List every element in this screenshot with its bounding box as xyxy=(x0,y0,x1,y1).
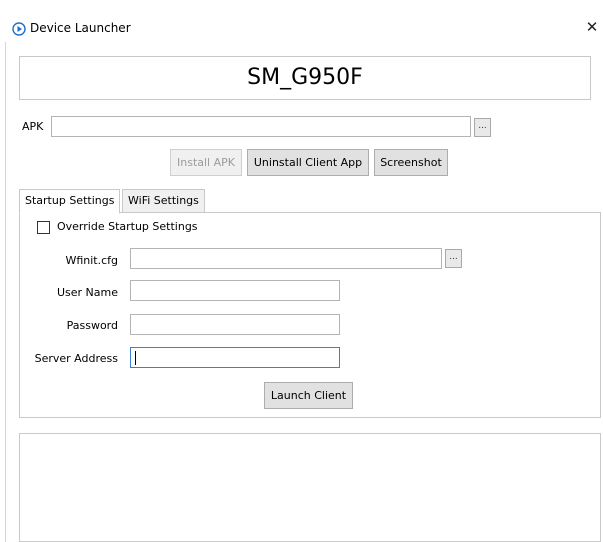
output-log-box xyxy=(19,433,601,542)
override-startup-checkbox[interactable] xyxy=(37,221,50,234)
device-launcher-window: Device Launcher ✕ SM_G950F APK ... Insta… xyxy=(0,0,603,542)
launch-client-button[interactable]: Launch Client xyxy=(264,382,353,409)
install-apk-button[interactable]: Install APK xyxy=(170,149,242,176)
apk-label: APK xyxy=(22,120,44,133)
device-name-display: SM_G950F xyxy=(19,56,591,100)
server-address-label: Server Address xyxy=(34,352,118,365)
uninstall-client-app-button[interactable]: Uninstall Client App xyxy=(247,149,369,176)
username-label: User Name xyxy=(56,286,118,299)
wfinit-label: Wfinit.cfg xyxy=(65,254,118,267)
wfinit-browse-button[interactable]: ... xyxy=(445,249,462,268)
apk-path-input[interactable] xyxy=(51,116,471,137)
tab-wifi-settings[interactable]: WiFi Settings xyxy=(122,189,205,213)
text-caret xyxy=(135,351,136,365)
window-title: Device Launcher xyxy=(30,21,131,35)
screenshot-button[interactable]: Screenshot xyxy=(374,149,448,176)
wfinit-input[interactable] xyxy=(130,248,442,269)
password-input[interactable] xyxy=(130,314,340,335)
password-label: Password xyxy=(66,319,118,332)
apk-browse-button[interactable]: ... xyxy=(474,118,491,137)
server-address-input[interactable] xyxy=(130,347,340,368)
username-input[interactable] xyxy=(130,280,340,301)
tab-startup-settings[interactable]: Startup Settings xyxy=(19,189,121,214)
window-left-edge xyxy=(5,42,6,542)
override-startup-label: Override Startup Settings xyxy=(57,220,198,233)
play-circle-icon xyxy=(12,22,26,36)
close-button[interactable]: ✕ xyxy=(584,17,600,37)
